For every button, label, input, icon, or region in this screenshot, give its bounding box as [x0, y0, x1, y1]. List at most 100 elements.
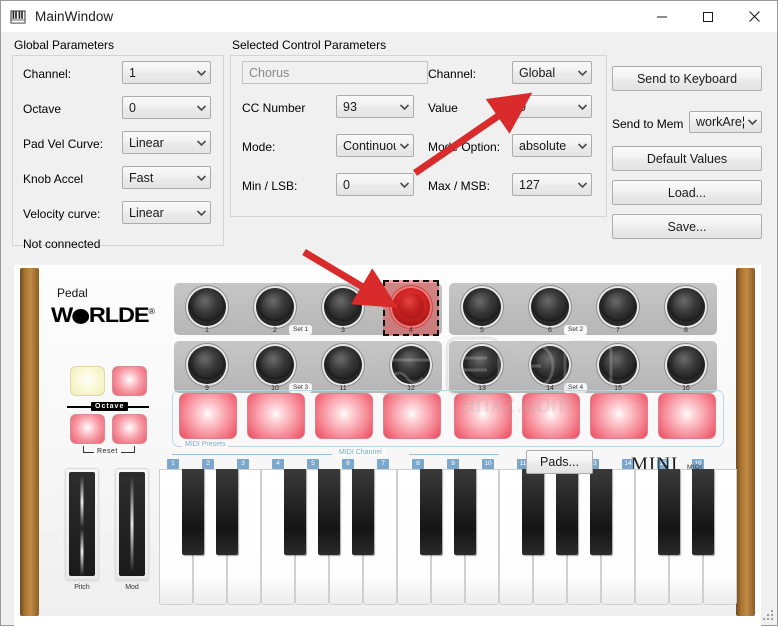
midi-channel-2[interactable]: 2: [202, 459, 214, 469]
midi-channel-1[interactable]: 1: [167, 459, 179, 469]
midi-channel-7[interactable]: 7: [377, 459, 389, 469]
cc-number-label: CC Number: [242, 101, 306, 115]
knob-4-number: 4: [409, 327, 413, 334]
midi-channel-6[interactable]: 6: [342, 459, 354, 469]
send-to-keyboard-button[interactable]: Send to Keyboard: [612, 66, 762, 91]
knob-16[interactable]: [667, 346, 705, 384]
global-channel-combo[interactable]: 1: [122, 61, 211, 84]
knob-8[interactable]: [667, 288, 705, 326]
control-name-field[interactable]: Chorus: [242, 61, 428, 84]
knob-9[interactable]: [188, 346, 226, 384]
velocity-curve-label: Velocity curve:: [23, 207, 101, 221]
knob-6-number: 6: [548, 327, 552, 334]
mode-combo[interactable]: Continuou: [336, 134, 414, 157]
save-button[interactable]: Save...: [612, 214, 762, 239]
midi-channel-10[interactable]: 10: [482, 459, 494, 469]
reset-tag: Reset: [94, 448, 121, 455]
pad-vel-curve-combo[interactable]: Linear: [122, 131, 211, 154]
black-key-2[interactable]: [216, 469, 238, 555]
knob-14[interactable]: [531, 346, 569, 384]
octave-up-pad[interactable]: [112, 366, 147, 396]
pad-3[interactable]: [315, 393, 373, 439]
black-key-12[interactable]: [692, 469, 714, 555]
value-value: 0: [519, 99, 526, 114]
pad-2[interactable]: [247, 393, 305, 439]
octave-down-pad[interactable]: [70, 366, 105, 396]
max-msb-combo[interactable]: 127: [512, 173, 592, 196]
pitch-wheel[interactable]: [69, 472, 95, 576]
send-to-mem-combo[interactable]: workAre¦: [689, 111, 762, 133]
mode-option-combo[interactable]: absolute: [512, 134, 592, 157]
knob-10[interactable]: [256, 346, 294, 384]
load-button[interactable]: Load...: [612, 180, 762, 205]
pad-4[interactable]: [383, 393, 441, 439]
chevron-down-icon: [574, 181, 591, 188]
black-key-4[interactable]: [318, 469, 340, 555]
black-key-11[interactable]: [658, 469, 680, 555]
window-title: MainWindow: [35, 9, 114, 24]
pad-8[interactable]: [658, 393, 716, 439]
title-bar: MainWindow: [1, 1, 777, 33]
black-key-10[interactable]: [590, 469, 612, 555]
piano-keyboard-icon: [10, 9, 26, 25]
pad-5[interactable]: [454, 393, 512, 439]
knob-11[interactable]: [324, 346, 362, 384]
knob-12[interactable]: [392, 346, 430, 384]
pad-7[interactable]: [590, 393, 648, 439]
chevron-down-icon: [396, 103, 413, 110]
midi-channel-5[interactable]: 5: [307, 459, 319, 469]
black-key-9[interactable]: [556, 469, 578, 555]
knob-15[interactable]: [599, 346, 637, 384]
black-key-8[interactable]: [522, 469, 544, 555]
knob-1[interactable]: [188, 288, 226, 326]
selected-control-parameters-group: Selected Control Parameters Chorus CC Nu…: [230, 38, 607, 217]
maximize-button[interactable]: [685, 1, 731, 32]
global-octave-combo[interactable]: 0: [122, 96, 211, 119]
sel-channel-combo[interactable]: Global: [512, 61, 592, 84]
chevron-down-icon: [574, 142, 591, 149]
black-key-3[interactable]: [284, 469, 306, 555]
reset-pad-left[interactable]: [70, 414, 105, 444]
pads-button[interactable]: Pads...: [526, 450, 593, 474]
midi-channel-4[interactable]: 4: [272, 459, 284, 469]
midi-channel-3[interactable]: 3: [237, 459, 249, 469]
pad-vel-curve-value: Linear: [129, 135, 164, 150]
black-key-1[interactable]: [182, 469, 204, 555]
knob-5[interactable]: [463, 288, 501, 326]
black-key-7[interactable]: [454, 469, 476, 555]
mod-wheel[interactable]: [119, 472, 145, 576]
pad-1[interactable]: [179, 393, 237, 439]
knob-13[interactable]: [463, 346, 501, 384]
sel-channel-label: Channel:: [428, 67, 477, 81]
chevron-down-icon: [193, 174, 210, 181]
resize-grip[interactable]: [760, 608, 774, 622]
cc-number-combo[interactable]: 93: [336, 95, 414, 118]
mod-wheel-well[interactable]: [115, 468, 149, 580]
minimize-button[interactable]: [639, 1, 685, 32]
send-to-mem-label: Send to Mem: [612, 117, 684, 131]
midi-presets-tag: MIDI Presets: [182, 441, 229, 448]
max-msb-label: Max / MSB:: [428, 179, 491, 193]
midi-channel-8[interactable]: 8: [412, 459, 424, 469]
knob-3[interactable]: [324, 288, 362, 326]
black-key-5[interactable]: [352, 469, 374, 555]
knob-6[interactable]: [531, 288, 569, 326]
black-key-6[interactable]: [420, 469, 442, 555]
midi-channel-9[interactable]: 9: [447, 459, 459, 469]
window-controls: [639, 1, 777, 32]
pitch-wheel-well[interactable]: [65, 468, 99, 580]
knob-accel-label: Knob Accel: [23, 172, 84, 186]
global-parameters-group: Global Parameters Channel: 1 Octave 0 Pa…: [12, 38, 224, 251]
pad-6[interactable]: [522, 393, 580, 439]
chevron-down-icon: [193, 104, 210, 111]
value-combo[interactable]: 0: [512, 95, 592, 118]
velocity-curve-combo[interactable]: Linear: [122, 201, 211, 224]
chevron-down-icon: [744, 119, 761, 125]
default-values-button[interactable]: Default Values: [612, 146, 762, 171]
reset-pad-right[interactable]: [112, 414, 147, 444]
min-lsb-combo[interactable]: 0: [336, 173, 414, 196]
close-button[interactable]: [731, 1, 777, 32]
knob-accel-combo[interactable]: Fast: [122, 166, 211, 189]
knob-2[interactable]: [256, 288, 294, 326]
knob-7[interactable]: [599, 288, 637, 326]
